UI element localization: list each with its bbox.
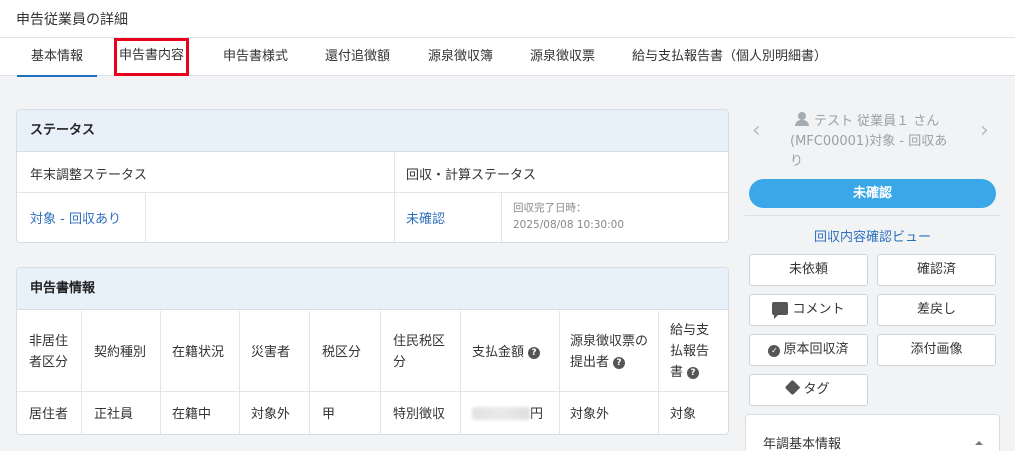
- confirmed-button[interactable]: 確認済: [877, 254, 996, 286]
- status-card-title: ステータス: [17, 110, 728, 152]
- col-header-tax-class: 税区分: [322, 345, 362, 360]
- tab-payroll-report[interactable]: 給与支払報告書（個人別明細書）: [632, 38, 827, 76]
- tab-declaration-content[interactable]: 申告書内容: [113, 38, 190, 76]
- chevron-left-icon[interactable]: ‹: [752, 120, 761, 142]
- col-header-contract: 契約種別: [94, 345, 147, 360]
- user-icon: [794, 112, 810, 126]
- year-end-status-value[interactable]: 対象 - 回収あり: [30, 208, 121, 227]
- send-back-button[interactable]: 差戻し: [877, 294, 996, 326]
- basic-info-section[interactable]: 年調基本情報: [745, 414, 1000, 451]
- cell-contract: 正社員: [94, 407, 134, 422]
- collected-at-value: 2025/08/08 10:30:00: [513, 219, 625, 231]
- payment-amount-redacted: [472, 407, 530, 420]
- declaration-card-title: 申告書情報: [17, 268, 728, 310]
- employee-name: テスト 従業員１ さん: [814, 114, 940, 129]
- tag-button-label: タグ: [803, 382, 830, 397]
- comment-icon: [772, 302, 789, 319]
- tab-withholding-slip[interactable]: 源泉徴収票: [530, 38, 595, 76]
- comment-button[interactable]: コメント: [749, 294, 868, 326]
- cell-tax-class: 甲: [322, 407, 336, 422]
- status-badge[interactable]: 未確認: [749, 179, 996, 208]
- collected-at-label: 回収完了日時：: [513, 202, 587, 214]
- col-header-disaster: 災害者: [251, 345, 291, 360]
- help-icon[interactable]: ?: [613, 357, 626, 369]
- chevron-right-icon[interactable]: ›: [980, 120, 989, 142]
- review-view-link[interactable]: 回収内容確認ビュー: [745, 226, 1000, 245]
- divider: [745, 215, 1000, 216]
- employee-info: テスト 従業員１ さん (MFC00001)対象 - 回収あ り: [790, 112, 960, 172]
- tag-icon: [785, 379, 801, 396]
- attachment-button[interactable]: 添付画像: [877, 334, 996, 366]
- page-title: 申告従業員の詳細: [16, 12, 128, 28]
- tab-declaration-form[interactable]: 申告書様式: [223, 38, 288, 76]
- tag-button[interactable]: タグ: [749, 374, 868, 406]
- employee-code: (MFC00001)対象 - 回収あ: [790, 134, 948, 149]
- cell-withholding-submitter: 対象外: [570, 407, 610, 422]
- check-circle-icon: ✓: [768, 345, 781, 357]
- col-header-withholding-submitter: 源泉徴収票の提出者: [570, 334, 649, 370]
- calc-status-value[interactable]: 未確認: [406, 208, 445, 227]
- not-requested-button[interactable]: 未依頼: [749, 254, 868, 286]
- cell-employment: 在籍中: [172, 407, 212, 422]
- basic-info-section-title: 年調基本情報: [763, 437, 842, 451]
- tab-bar: 基本情報 申告書内容 申告書様式 還付追徴額 源泉徴収簿 源泉徴収票 給与支払報…: [0, 38, 1015, 77]
- original-collected-label: 原本回収済: [783, 342, 849, 357]
- cell-resident-tax: 特別徴収: [393, 407, 446, 422]
- original-collected-button[interactable]: ✓ 原本回収済: [749, 334, 868, 366]
- comment-button-label: コメント: [792, 302, 845, 317]
- calc-status-header: 回収・計算ステータス: [406, 168, 537, 183]
- col-header-payment: 支払金額: [472, 345, 525, 360]
- declaration-card: 申告書情報 非居住者区分 契約種別 在籍状況 災害者 税区分 住民税区分 支払金…: [16, 267, 729, 435]
- employee-code-cont: り: [790, 154, 804, 169]
- tab-refund-amount[interactable]: 還付追徴額: [325, 38, 390, 76]
- col-header-residency: 非居住者区分: [29, 334, 69, 370]
- tab-basic-info[interactable]: 基本情報: [16, 38, 98, 77]
- cell-payroll-report: 対象: [670, 407, 697, 422]
- page-header: 申告従業員の詳細: [0, 0, 1015, 38]
- cell-residency: 居住者: [29, 407, 69, 422]
- help-icon[interactable]: ?: [528, 347, 541, 359]
- cell-disaster: 対象外: [251, 407, 291, 422]
- tab-withholding-book[interactable]: 源泉徴収簿: [428, 38, 493, 76]
- payment-suffix: 円: [530, 407, 544, 422]
- status-card: ステータス 年末調整ステータス 回収・計算ステータス 対象 - 回収あり 未確認…: [16, 109, 729, 243]
- year-end-status-header: 年末調整ステータス: [30, 168, 148, 183]
- col-header-employment: 在籍状況: [172, 345, 225, 360]
- help-icon[interactable]: ?: [687, 367, 700, 379]
- col-header-resident-tax: 住民税区分: [393, 334, 446, 370]
- caret-up-icon[interactable]: [975, 441, 983, 445]
